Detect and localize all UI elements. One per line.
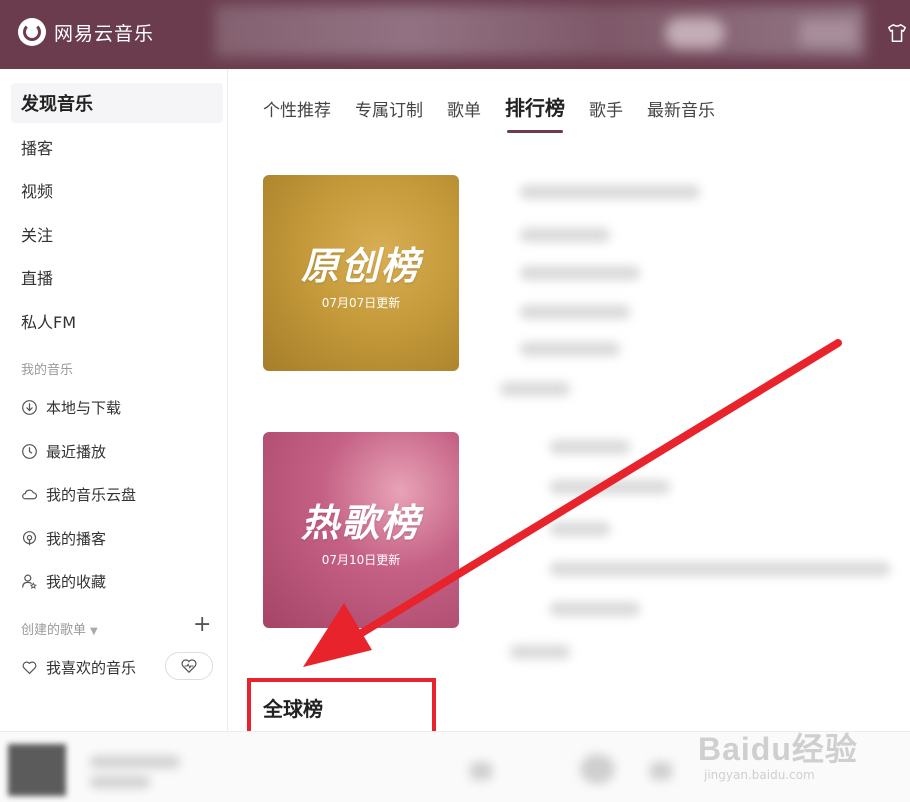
sidebar-item-live[interactable]: 直播	[11, 257, 223, 297]
chart-card-hot[interactable]: 热歌榜 07月10日更新	[263, 432, 459, 628]
sidebar-item-collection[interactable]: 我的收藏	[21, 571, 106, 592]
sidebar-item-label: 私人FM	[21, 313, 77, 332]
title-bar: 网易云音乐	[0, 0, 910, 69]
sidebar-item-local-download[interactable]: 本地与下载	[21, 397, 121, 418]
sidebar-item-label: 关注	[21, 226, 54, 245]
cloud-icon	[22, 489, 38, 500]
tab-new-music[interactable]: 最新音乐	[647, 96, 715, 127]
sidebar-item-recent[interactable]: 最近播放	[21, 441, 106, 462]
user-star-icon	[22, 574, 37, 589]
tab-custom[interactable]: 专属订制	[355, 96, 423, 127]
now-playing-cover[interactable]	[8, 744, 66, 796]
sidebar-item-follow[interactable]: 关注	[11, 214, 223, 254]
sidebar-item-fm[interactable]: 私人FM	[11, 301, 223, 341]
sidebar-item-label: 最近播放	[46, 443, 107, 461]
sidebar-item-cloud-disk[interactable]: 我的音乐云盘	[21, 484, 136, 505]
sidebar-item-liked-music[interactable]: 我喜欢的音乐	[21, 657, 136, 678]
sidebar-item-podcast[interactable]: 播客	[11, 127, 223, 167]
sidebar-item-label: 本地与下载	[46, 399, 122, 417]
sidebar-item-discover[interactable]: 发现音乐	[11, 83, 223, 123]
watermark-main: Baidu经验	[698, 731, 858, 767]
sidebar-item-label: 播客	[21, 139, 54, 158]
my-music-section-title: 我的音乐	[21, 363, 74, 378]
created-playlists-title[interactable]: 创建的歌单 ▼	[21, 619, 98, 638]
blurred-avatar	[665, 18, 725, 48]
discover-tabs: 个性推荐 专属订制 歌单 排行榜 歌手 最新音乐	[263, 92, 739, 133]
baidu-jingyan-watermark: Baidu经验 jingyan.baidu.com	[698, 724, 858, 782]
tab-personal-recommend[interactable]: 个性推荐	[263, 96, 331, 127]
sidebar-item-label: 我的收藏	[46, 573, 107, 591]
sidebar-item-label: 视频	[21, 182, 54, 201]
sidebar-item-label: 我的音乐云盘	[46, 486, 137, 504]
sidebar-item-my-podcast[interactable]: 我的播客	[21, 528, 106, 549]
heartbeat-icon	[181, 659, 197, 674]
heart-icon	[22, 661, 37, 675]
tab-charts[interactable]: 排行榜	[505, 92, 565, 133]
chart-card-original[interactable]: 原创榜 07月07日更新	[263, 175, 459, 371]
tab-artists[interactable]: 歌手	[589, 96, 623, 127]
sidebar-item-label: 直播	[21, 269, 54, 288]
sidebar-item-label: 发现音乐	[21, 94, 93, 115]
chart-card-title: 原创榜	[300, 243, 421, 288]
sidebar-item-video[interactable]: 视频	[11, 170, 223, 210]
netease-logo-icon	[18, 18, 46, 46]
download-icon	[22, 400, 37, 415]
sidebar-item-label: 我喜欢的音乐	[46, 659, 137, 677]
chart-card-update-date: 07月10日更新	[321, 553, 401, 567]
heart-mode-button[interactable]	[165, 652, 213, 680]
chart-card-update-date: 07月07日更新	[321, 296, 401, 310]
skin-shirt-icon[interactable]	[886, 22, 908, 44]
tab-playlists[interactable]: 歌单	[447, 96, 481, 127]
blurred-search-area	[215, 5, 865, 57]
created-playlists-label: 创建的歌单	[21, 623, 87, 638]
caret-down-icon: ▼	[90, 626, 98, 637]
blurred-track-list	[460, 150, 900, 670]
add-playlist-icon[interactable]: +	[193, 614, 211, 636]
watermark-sub: jingyan.baidu.com	[704, 768, 815, 782]
chart-card-title: 热歌榜	[300, 500, 421, 545]
sidebar-item-label: 我的播客	[46, 530, 107, 548]
podcast-icon	[22, 531, 37, 546]
sidebar: 发现音乐 播客 视频 关注 直播 私人FM 我的音乐 本地与下载 最近播放 我的…	[0, 69, 228, 731]
app-brand[interactable]: 网易云音乐	[18, 18, 154, 46]
app-name: 网易云音乐	[54, 22, 155, 45]
blurred-username	[800, 20, 855, 46]
clock-icon	[22, 444, 37, 459]
